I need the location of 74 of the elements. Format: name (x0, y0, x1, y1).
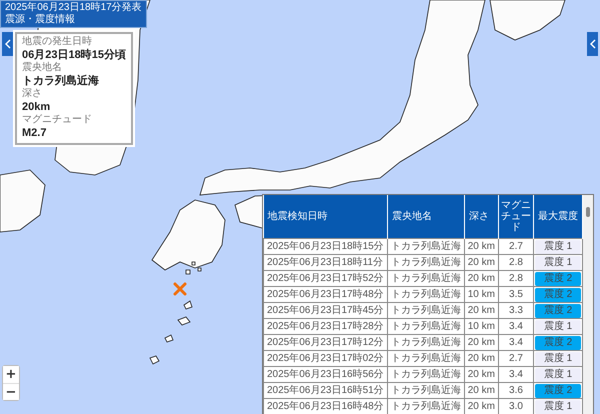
intensity-badge: 震度 1 (534, 256, 581, 270)
scrollbar[interactable] (582, 195, 593, 414)
intensity-badge: 震度 1 (534, 352, 581, 366)
epicenter-marker-icon (173, 282, 187, 296)
time-cell: 2025年06月23日17時28分 (264, 318, 388, 334)
place-cell: トカラ列島近海 (387, 366, 464, 382)
depth-cell: 20 km (464, 382, 498, 398)
depth-cell: 20 km (464, 254, 498, 270)
time-cell: 2025年06月23日16時51分 (264, 382, 388, 398)
field-value: M2.7 (22, 126, 48, 140)
intensity-badge: 震度 1 (534, 240, 581, 254)
column-header: 地震検知日時 (264, 195, 388, 238)
depth-cell: 10 km (464, 286, 498, 302)
chevron-left-icon (4, 39, 10, 49)
collapse-panel-button[interactable] (2, 32, 13, 56)
depth-cell: 20 km (464, 270, 498, 286)
chevron-left-icon (590, 39, 596, 49)
magnitude-cell: 3.4 (498, 366, 534, 382)
field-value: トカラ列島近海 (22, 74, 100, 88)
column-header: マグニチュード (498, 195, 534, 238)
column-header: 深さ (464, 195, 498, 238)
depth-cell: 10 km (464, 318, 498, 334)
intensity-badge: 震度 2 (534, 272, 581, 286)
time-cell: 2025年06月23日16時56分 (264, 366, 388, 382)
intensity-badge: 震度 1 (534, 400, 581, 414)
magnitude-cell: 2.8 (498, 270, 534, 286)
time-cell: 2025年06月23日17時48分 (264, 286, 388, 302)
place-cell: トカラ列島近海 (387, 302, 464, 318)
depth-cell: 20 km (464, 238, 498, 254)
intensity-badge: 震度 1 (534, 368, 581, 382)
magnitude-cell: 3.6 (498, 382, 534, 398)
field-label: マグニチュード (22, 114, 93, 126)
field-value: 20km (22, 100, 52, 114)
report-title: 震源・震度情報 (5, 14, 76, 26)
field-value: 06月23日18時15分頃 (22, 48, 126, 62)
intensity-badge: 震度 1 (534, 320, 581, 334)
time-cell: 2025年06月23日16時48分 (264, 398, 388, 414)
expand-panel-button[interactable] (587, 32, 598, 56)
time-cell: 2025年06月23日17時45分 (264, 302, 388, 318)
time-cell: 2025年06月23日17時52分 (264, 270, 388, 286)
place-cell: トカラ列島近海 (387, 318, 464, 334)
intensity-badge: 震度 2 (534, 304, 581, 318)
depth-cell: 20 km (464, 350, 498, 366)
place-cell: トカラ列島近海 (387, 238, 464, 254)
time-cell: 2025年06月23日18時11分 (264, 254, 388, 270)
magnitude-cell: 3.5 (498, 286, 534, 302)
magnitude-cell: 3.4 (498, 334, 534, 350)
field-label: 震央地名 (22, 62, 63, 74)
place-cell: トカラ列島近海 (387, 334, 464, 350)
intensity-badge: 震度 2 (534, 336, 581, 350)
depth-cell: 20 km (464, 302, 498, 318)
intensity-badge: 震度 2 (534, 288, 581, 302)
column-header: 最大震度 (533, 195, 582, 238)
magnitude-cell: 2.8 (498, 254, 534, 270)
depth-cell: 20 km (464, 334, 498, 350)
field-label: 深さ (22, 88, 43, 100)
time-cell: 2025年06月23日17時02分 (264, 350, 388, 366)
magnitude-cell: 3.3 (498, 302, 534, 318)
time-cell: 2025年06月23日18時15分 (264, 238, 388, 254)
place-cell: トカラ列島近海 (387, 382, 464, 398)
field-label: 地震の発生日時 (22, 36, 93, 48)
time-cell: 2025年06月23日17時12分 (264, 334, 388, 350)
place-cell: トカラ列島近海 (387, 350, 464, 366)
place-cell: トカラ列島近海 (387, 254, 464, 270)
column-header: 震央地名 (387, 195, 464, 238)
magnitude-cell: 3.4 (498, 318, 534, 334)
intensity-badge: 震度 2 (534, 384, 581, 398)
depth-cell: 20 km (464, 366, 498, 382)
place-cell: トカラ列島近海 (387, 286, 464, 302)
magnitude-cell: 2.7 (498, 238, 534, 254)
zoom-out-button[interactable]: − (3, 383, 19, 400)
place-cell: トカラ列島近海 (387, 270, 464, 286)
announcement-time: 2025年06月23日18時17分発表 (5, 2, 142, 14)
magnitude-cell: 2.7 (498, 350, 534, 366)
